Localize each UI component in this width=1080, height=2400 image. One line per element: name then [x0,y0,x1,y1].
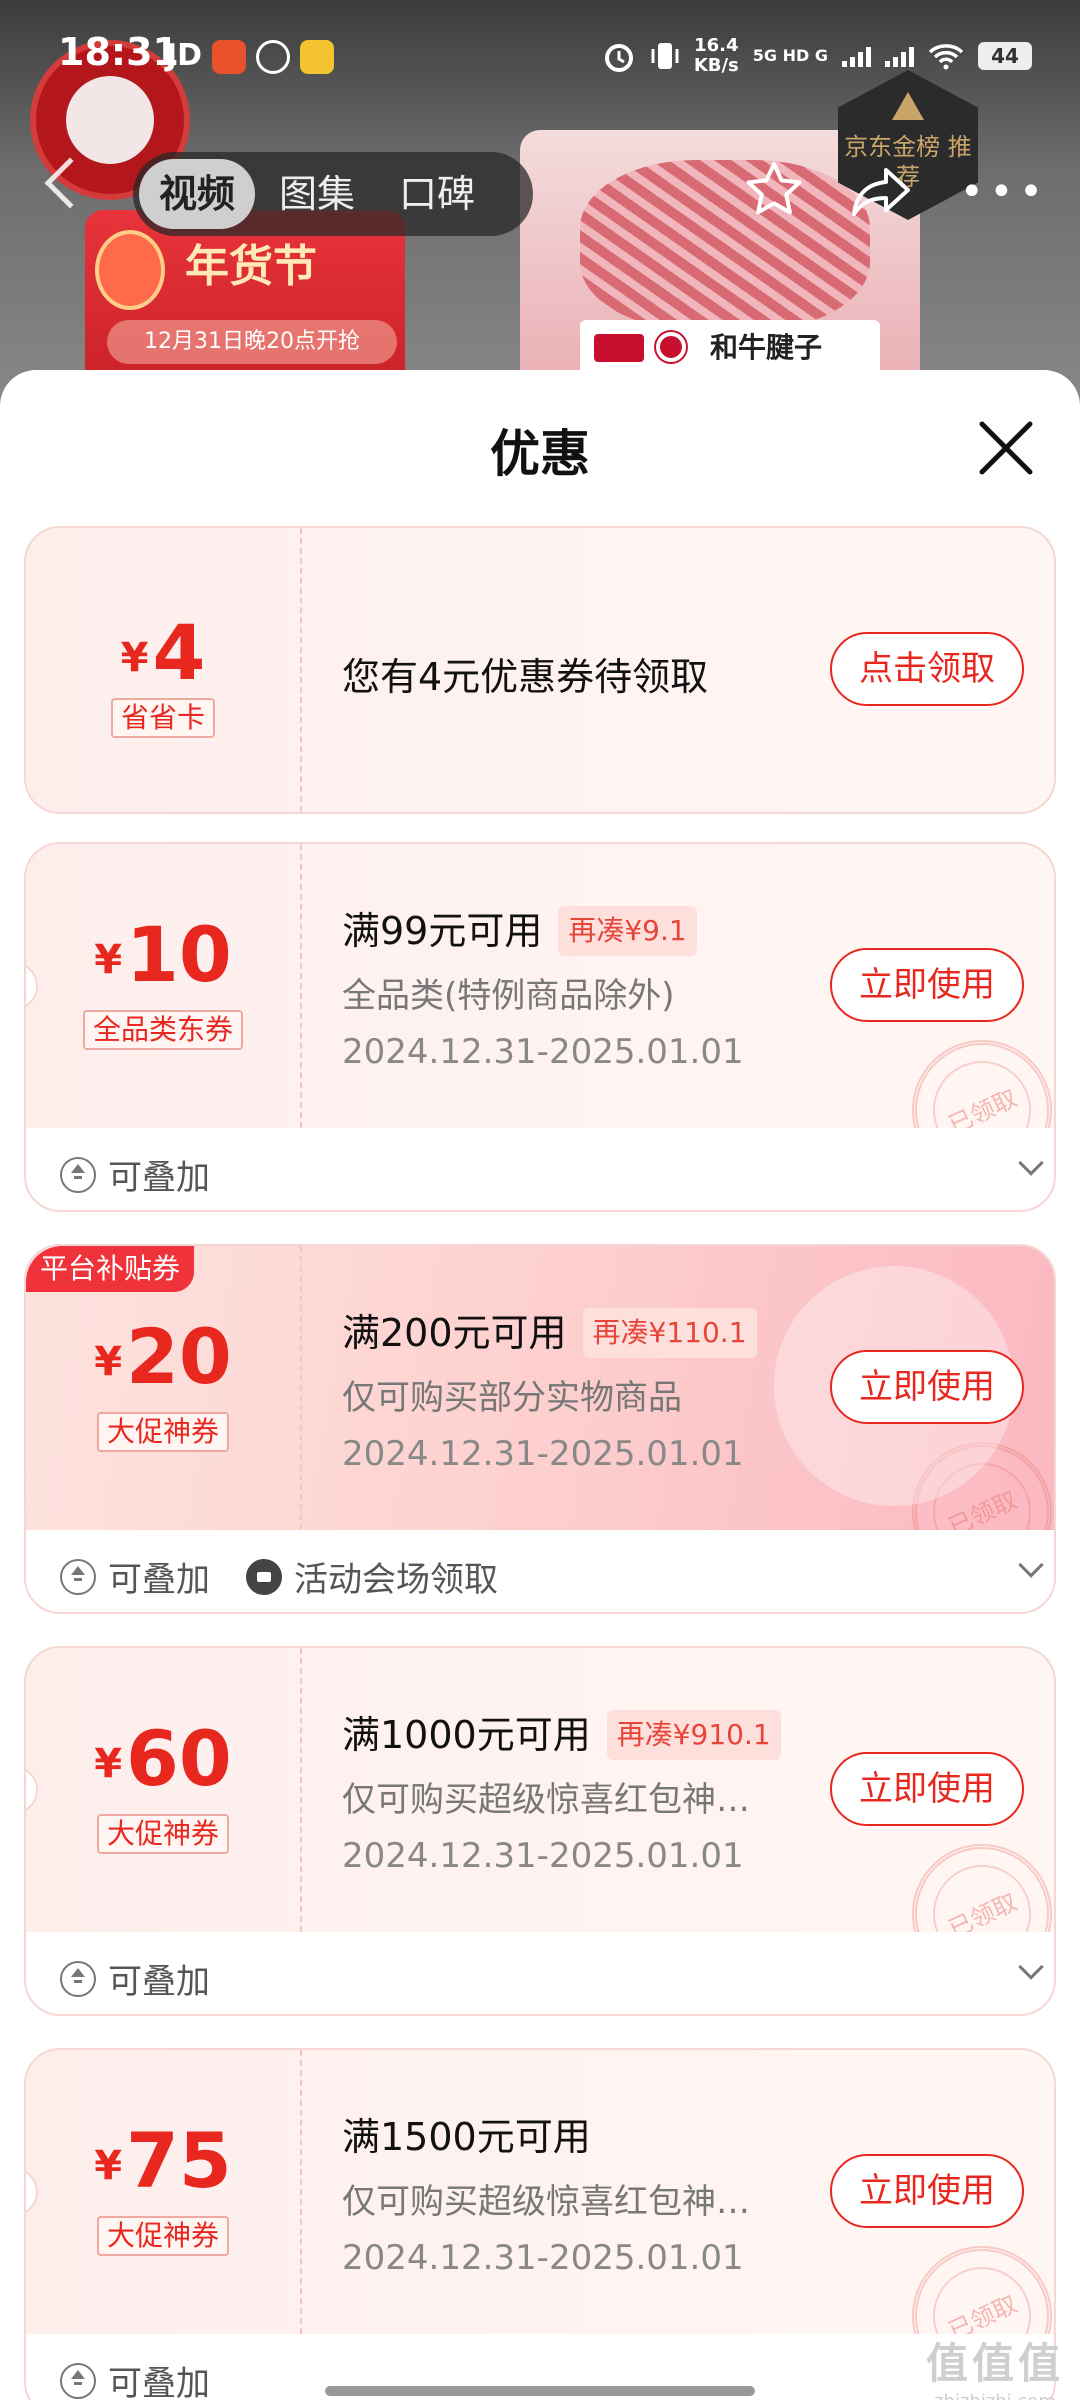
stack-icon [60,1156,96,1193]
network-type: 5G HD G [752,46,828,65]
watermark: 值值值 zhizhizhi.com [925,2339,1064,2400]
coupon-date: 2024.12.31-2025.01.01 [342,2238,744,2278]
chevron-down-icon[interactable] [1018,1954,1044,1980]
coupon-tag: 大促神券 [26,2216,300,2256]
tab-gallery[interactable]: 图集 [259,159,375,229]
chevron-down-icon[interactable] [1018,1150,1044,1176]
notification-app-icon [212,40,246,74]
use-now-button[interactable]: 立即使用 [830,1350,1024,1424]
stack-icon [60,1558,96,1595]
product-label: 和牛腱子 [580,320,880,376]
alarm-icon [604,44,633,72]
media-tabs: 视频 图集 口碑 [133,152,533,236]
coupon-sheet: 优惠 ¥4 省省卡 您有4元优惠券待领取 点击领取 ¥10 全品类东券 满99元… [0,370,1080,2400]
chevron-down-icon[interactable] [1018,1552,1044,1578]
use-now-button[interactable]: 立即使用 [830,1752,1024,1826]
wifi-icon [928,44,964,70]
signal-icon [842,45,871,67]
coupon-description: 仅可购买超级惊喜红包神… [342,1780,750,1820]
network-speed: 16.4 KB/s [693,35,739,76]
coupon-card[interactable]: ¥75 大促神券 满1500元可用 仅可购买超级惊喜红包神… 2024.12.3… [24,2048,1056,2400]
coupon-headline: 您有4元优惠券待领取 [342,655,709,699]
coupon-divider [300,528,302,812]
coupon-divider [300,1246,302,1530]
stackable-label: 可叠加 [60,1552,210,1601]
gap-badge: 再凑¥9.1 [558,906,697,956]
coupon-date: 2024.12.31-2025.01.01 [342,1434,744,1474]
venue-claim-label: 活动会场领取 [246,1552,498,1601]
sheet-title: 优惠 [490,425,590,483]
ticket-icon [246,1558,282,1595]
coupon-amount: ¥75 [94,2116,232,2205]
notification-app-icon [256,40,290,74]
coupon-date: 2024.12.31-2025.01.01 [342,1032,744,1072]
coupon-card[interactable]: ¥10 全品类东券 满99元可用 再凑¥9.1 全品类(特例商品除外) 2024.… [24,842,1056,1212]
promo-subtitle: 12月31日晚20点开抢 [107,320,397,364]
product-label-text: 和牛腱子 [710,331,823,364]
meat-image [580,160,870,330]
promo-title: 年货节 [185,241,317,292]
coupon-description: 仅可购买超级惊喜红包神… [342,2182,750,2222]
coupon-condition: 满200元可用 再凑¥110.1 [342,1302,757,1358]
tab-video[interactable]: 视频 [139,159,256,229]
coupon-divider [300,844,302,1128]
platform-subsidy-ribbon: 平台补贴券 [26,1246,195,1292]
status-bar: 18:31 JD 16.4 KB/s 5G HD G 44 [0,0,1080,110]
claim-button[interactable]: 点击领取 [830,632,1024,706]
coupon-divider [300,1648,302,1932]
coupon-tag: 省省卡 [26,698,300,738]
coupon-date: 2024.12.31-2025.01.01 [342,1836,744,1876]
coupon-card[interactable]: ¥4 省省卡 您有4元优惠券待领取 点击领取 [24,526,1056,814]
coupon-amount: ¥60 [94,1714,232,1803]
coupon-condition: 满1000元可用 再凑¥910.1 [342,1704,781,1760]
home-indicator[interactable] [325,2386,755,2396]
brand-seal-icon [656,332,686,362]
coupon-card[interactable]: 平台补贴券 ¥20 大促神券 满200元可用 再凑¥110.1 仅可购买部分实物商… [24,1244,1056,1614]
coupon-condition: 满1500元可用 [342,2115,591,2159]
coupon-description: 仅可购买部分实物商品 [342,1378,682,1418]
more-icon[interactable]: ••• [960,172,1049,212]
use-now-button[interactable]: 立即使用 [830,2154,1024,2228]
coupon-tag: 全品类东券 [26,1010,300,1050]
stack-icon [60,1960,96,1997]
coupon-tag: 大促神券 [26,1814,300,1854]
close-icon[interactable] [974,416,1038,480]
notification-app-icon [300,40,334,74]
battery-indicator: 44 [978,42,1032,70]
share-icon[interactable] [850,162,914,222]
brand-logo-icon [594,334,644,362]
use-now-button[interactable]: 立即使用 [830,948,1024,1022]
status-carrier: JD [166,38,203,73]
stackable-label: 可叠加 [60,1150,210,1199]
vibrate-icon [651,43,679,69]
stackable-label: 可叠加 [60,1954,210,2003]
stack-icon [60,2362,96,2399]
star-icon[interactable] [742,158,806,222]
coupon-amount: ¥4 [120,608,206,697]
coupon-description: 全品类(特例商品除外) [342,976,675,1016]
stackable-label: 可叠加 [60,2356,210,2400]
status-time: 18:31 [58,30,179,74]
coupon-divider [300,2050,302,2334]
lantern-icon [95,230,165,310]
coupon-amount: ¥10 [94,910,232,999]
signal-icon [885,45,914,67]
coupon-condition: 满99元可用 再凑¥9.1 [342,900,697,956]
tab-reviews[interactable]: 口碑 [379,159,495,229]
coupon-card[interactable]: ¥60 大促神券 满1000元可用 再凑¥910.1 仅可购买超级惊喜红包神… 2… [24,1646,1056,2016]
status-indicators: 16.4 KB/s 5G HD G 44 [602,36,1032,76]
gap-badge: 再凑¥910.1 [606,1710,781,1760]
coupon-amount: ¥20 [94,1312,232,1401]
gap-badge: 再凑¥110.1 [582,1308,757,1358]
coupon-tag: 大促神券 [26,1412,300,1452]
